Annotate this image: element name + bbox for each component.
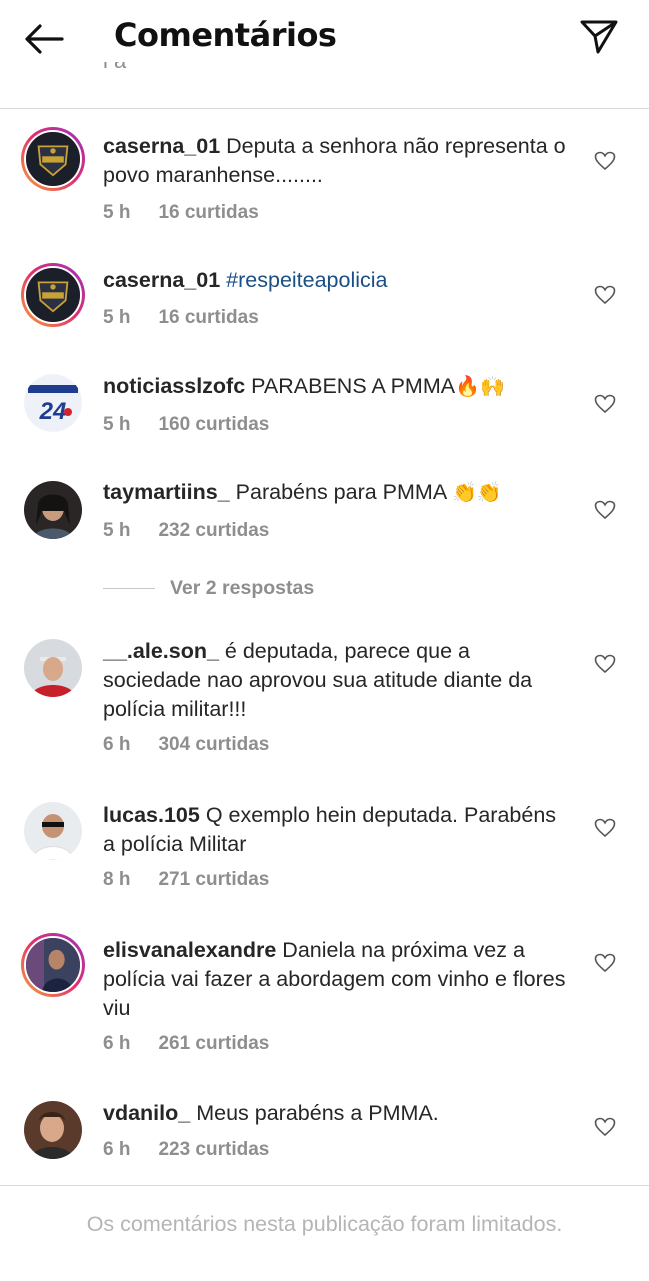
heart-icon[interactable] xyxy=(594,151,616,171)
comment-emoji: 👏👏 xyxy=(451,480,502,504)
comment-time: 5 h xyxy=(103,520,131,541)
comment-likes[interactable]: 16 curtidas xyxy=(158,202,258,223)
comment-time: 5 h xyxy=(103,414,131,435)
comment-time: 5 h xyxy=(103,202,131,223)
comment-likes[interactable]: 232 curtidas xyxy=(158,520,269,541)
truncated-text: i a xyxy=(103,62,143,84)
heart-icon[interactable] xyxy=(594,285,616,305)
avatar[interactable] xyxy=(21,263,85,327)
caserna-logo-icon xyxy=(26,132,80,186)
comment-likes[interactable]: 271 curtidas xyxy=(158,869,269,890)
comment-username[interactable]: taymartiins_ xyxy=(103,480,230,504)
comment-likes[interactable]: 261 curtidas xyxy=(158,1033,269,1054)
comment-username[interactable]: caserna_01 xyxy=(103,268,220,292)
share-button[interactable] xyxy=(578,16,620,56)
paper-plane-icon xyxy=(580,20,618,54)
comment-text: vdanilo_ Meus parabéns a PMMA. xyxy=(103,1099,573,1128)
comment-username[interactable]: elisvanalexandre xyxy=(103,938,276,962)
svg-text:24: 24 xyxy=(39,398,67,425)
comment-meta: 5 h 232 curtidas xyxy=(103,520,269,542)
avatar[interactable]: 24 xyxy=(24,374,82,432)
avatar[interactable] xyxy=(21,127,85,191)
comment-meta: 6 h 304 curtidas xyxy=(103,734,269,756)
user-photo-icon xyxy=(24,1101,82,1159)
user-photo-icon xyxy=(24,802,82,860)
comments-limited-notice: Os comentários nesta publicação foram li… xyxy=(86,1212,563,1236)
arrow-left-icon xyxy=(25,24,64,54)
header: Comentários i a xyxy=(0,0,649,109)
comment-username[interactable]: vdanilo_ xyxy=(103,1101,190,1125)
comment-body: Parabéns para PMMA xyxy=(235,480,446,504)
comment-likes[interactable]: 160 curtidas xyxy=(158,414,269,435)
user-photo-icon xyxy=(24,639,82,697)
comment-body: Meus parabéns a PMMA. xyxy=(196,1101,439,1125)
avatar[interactable] xyxy=(24,639,82,697)
avatar[interactable] xyxy=(24,481,82,539)
comment-meta: 6 h 261 curtidas xyxy=(103,1033,269,1055)
avatar[interactable] xyxy=(24,1101,82,1159)
user-photo-icon xyxy=(24,481,82,539)
noticias-24h-logo-icon: 24 xyxy=(24,374,82,432)
heart-icon[interactable] xyxy=(594,1117,616,1137)
comment-likes[interactable]: 223 curtidas xyxy=(158,1139,269,1160)
comment-meta: 5 h 16 curtidas xyxy=(103,307,259,329)
heart-icon[interactable] xyxy=(594,654,616,674)
comment-body: PARABENS A PMMA xyxy=(251,374,456,398)
comment-time: 6 h xyxy=(103,734,131,755)
comment-username[interactable]: caserna_01 xyxy=(103,134,220,158)
comment-username[interactable]: noticiasslzofc xyxy=(103,374,245,398)
comments-limited-footer: Os comentários nesta publicação foram li… xyxy=(0,1185,649,1281)
comment-likes[interactable]: 16 curtidas xyxy=(158,307,258,328)
comment-meta: 8 h 271 curtidas xyxy=(103,869,269,891)
comment-username[interactable]: lucas.105 xyxy=(103,803,200,827)
hashtag-link[interactable]: #respeiteapolicia xyxy=(226,268,387,292)
avatar[interactable] xyxy=(21,933,85,997)
comment-time: 8 h xyxy=(103,869,131,890)
comment-likes[interactable]: 304 curtidas xyxy=(158,734,269,755)
caserna-logo-icon xyxy=(26,268,80,322)
comment-emoji: 🔥🙌 xyxy=(455,374,505,398)
comment-meta: 5 h 160 curtidas xyxy=(103,414,269,436)
heart-icon[interactable] xyxy=(594,394,616,414)
comment-meta: 5 h 16 curtidas xyxy=(103,202,259,224)
back-button[interactable] xyxy=(22,22,66,56)
comment-username[interactable]: __.ale.son_ xyxy=(103,639,219,663)
comment-text: noticiasslzofc PARABENS A PMMA🔥🙌 xyxy=(103,372,573,401)
comment-time: 6 h xyxy=(103,1139,131,1160)
comment-time: 6 h xyxy=(103,1033,131,1054)
heart-icon[interactable] xyxy=(594,500,616,520)
user-photo-icon xyxy=(26,938,80,992)
heart-icon[interactable] xyxy=(594,953,616,973)
comment-text: lucas.105 Q exemplo hein deputada. Parab… xyxy=(103,801,573,859)
comment-text: __.ale.son_ é deputada, parece que a soc… xyxy=(103,637,573,724)
avatar[interactable] xyxy=(24,802,82,860)
replies-divider xyxy=(103,588,155,589)
page-title: Comentários xyxy=(114,16,337,54)
view-replies-label: Ver 2 respostas xyxy=(170,577,315,599)
comment-time: 5 h xyxy=(103,307,131,328)
comment-text: caserna_01 #respeiteapolicia xyxy=(103,266,573,295)
heart-icon[interactable] xyxy=(594,818,616,838)
comment-text: caserna_01 Deputa a senhora não represen… xyxy=(103,132,573,190)
comment-text: taymartiins_ Parabéns para PMMA 👏👏 xyxy=(103,478,573,507)
comment-meta: 6 h 223 curtidas xyxy=(103,1139,269,1161)
comment-text: elisvanalexandre Daniela na próxima vez … xyxy=(103,936,573,1023)
